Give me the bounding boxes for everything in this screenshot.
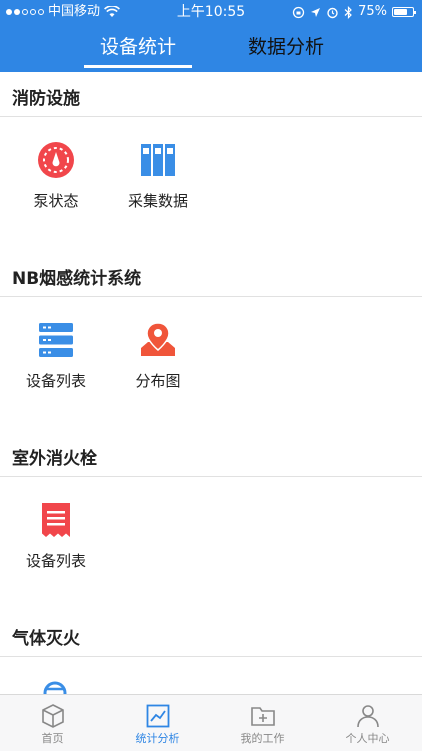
nav-label: 个人中心 [345, 732, 390, 745]
top-tabs: 设备统计 数据分析 [0, 30, 422, 72]
folder-plus-icon [250, 703, 276, 729]
grid-item-distribution-map[interactable]: 分布图 [108, 320, 208, 391]
battery-level [394, 9, 407, 15]
grid-item-label: 采集数据 [127, 192, 188, 210]
status-right: 75% [292, 0, 416, 24]
grid-item-hydrant-device-list[interactable]: 设备列表 [6, 500, 106, 571]
battery-icon [392, 7, 416, 17]
grid-item-collect-data[interactable]: 采集数据 [108, 140, 208, 211]
grid-item-pump-status[interactable]: 泵状态 [6, 140, 106, 211]
section-title-gas-extinguish: 气体灭火 [12, 629, 80, 649]
section-divider [0, 476, 422, 477]
section-divider [0, 296, 422, 297]
tab-data-analysis[interactable]: 数据分析 [232, 30, 340, 72]
nav-item-home[interactable]: 首页 [0, 695, 105, 751]
nav-label: 首页 [41, 732, 64, 745]
nav-label: 我的工作 [240, 732, 285, 745]
section-title-nb-smoke: NB烟感统计系统 [12, 269, 142, 289]
server-list-icon [36, 320, 76, 360]
section-title-fire-facilities: 消防设施 [12, 89, 80, 109]
rotation-lock-icon [292, 6, 305, 18]
partial-grid-icon [42, 680, 68, 694]
nav-item-statistics[interactable]: 统计分析 [105, 695, 210, 751]
map-pin-icon [138, 320, 178, 360]
chart-icon [145, 703, 171, 729]
nav-label: 统计分析 [135, 732, 180, 745]
grid-item-label: 泵状态 [33, 192, 79, 210]
nav-item-my-work[interactable]: 我的工作 [210, 695, 315, 751]
bottom-nav: 首页 统计分析 我的工作 个人中心 [0, 694, 422, 751]
nav-item-profile[interactable]: 个人中心 [315, 695, 420, 751]
grid-item-label: 分布图 [135, 372, 181, 390]
section-title-outdoor-hydrant: 室外消火栓 [12, 449, 97, 469]
status-bar: 中国移动 上午10:55 75% [0, 0, 422, 24]
grid-item-label: 设备列表 [25, 372, 86, 390]
location-icon [311, 7, 321, 17]
gauge-icon [36, 140, 76, 180]
section-divider [0, 656, 422, 657]
alarm-icon [327, 7, 338, 18]
binders-icon [138, 140, 178, 180]
app-header: 中国移动 上午10:55 75% 设备统计 数据分析 [0, 0, 422, 72]
grid-item-label: 设备列表 [25, 552, 86, 570]
active-tab-indicator [84, 65, 192, 68]
grid-item-device-list[interactable]: 设备列表 [6, 320, 106, 391]
battery-percent: 75% [358, 4, 387, 19]
person-icon [355, 703, 381, 729]
cube-icon [40, 703, 66, 729]
section-divider [0, 116, 422, 117]
receipt-list-icon [36, 500, 76, 540]
bluetooth-icon [344, 5, 352, 19]
